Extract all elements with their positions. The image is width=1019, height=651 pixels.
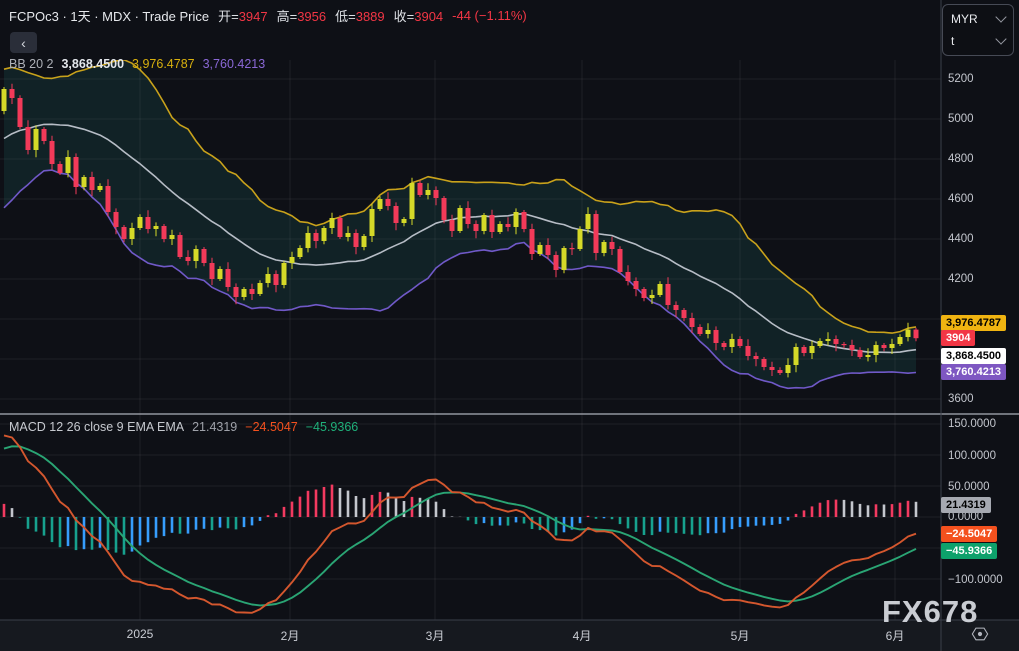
price-tick-label: 3600 [948, 393, 974, 405]
macd-tick-label: 150.0000 [948, 418, 996, 430]
bb-title: BB 20 2 [9, 57, 54, 71]
time-tick-label: 4月 [572, 629, 592, 643]
ohlc-values: 开=3947 高=3956 低=3889 收=3904 [218, 6, 443, 25]
chevron-down-icon [995, 33, 1007, 45]
ohlc-pair: 高=3956 [276, 9, 327, 24]
bb-lower-value: 3,760.4213 [202, 57, 266, 71]
fx678-watermark: FX678 [882, 594, 979, 629]
macd-title: MACD 12 26 close 9 EMA EMA [9, 420, 185, 434]
price-value-chip: 3904 [941, 330, 976, 346]
price-tick-label: 4200 [948, 273, 974, 285]
macd-tick-label: 50.0000 [948, 481, 990, 493]
unit-dropdown[interactable]: t [951, 31, 1007, 51]
currency-label: MYR [951, 12, 978, 26]
unit-label: t [951, 34, 955, 48]
macd-tick-label: −100.0000 [948, 574, 1003, 586]
symbol-title[interactable]: FCPOc3 · 1天 · MDX · Trade Price [9, 6, 209, 25]
price-value-chip: 3,868.4500 [941, 348, 1007, 364]
macd-signal-value: −45.9366 [305, 420, 359, 434]
chevron-down-icon [995, 11, 1007, 23]
price-value-chip: 3,976.4787 [941, 315, 1007, 331]
ohlc-pair: 收=3904 [393, 9, 444, 24]
price-tick-label: 5000 [948, 113, 974, 125]
ohlc-pair: 低=3889 [335, 9, 385, 24]
bb-upper-value: 3,976.4787 [132, 57, 195, 71]
time-tick-label: 2月 [280, 629, 300, 643]
price-tick-label: 5200 [948, 73, 974, 85]
macd-indicator-legend[interactable]: MACD 12 26 close 9 EMA EMA 21.4319 −24.5… [9, 420, 358, 434]
back-button[interactable]: ‹ [10, 32, 37, 53]
time-tick-label: 3月 [425, 629, 445, 643]
time-tick-label: 2025 [126, 627, 154, 641]
price-tick-label: 4800 [948, 153, 974, 165]
change-value: -44 (−1.11%) [452, 8, 527, 23]
macd-value-chip: −24.5047 [941, 526, 998, 542]
currency-unit-selector: MYR t [942, 4, 1014, 56]
price-tick-label: 4400 [948, 233, 974, 245]
hexagon-settings-icon[interactable] [970, 624, 990, 644]
ohlc-pair: 开=3947 [218, 9, 268, 24]
price-tick-label: 4600 [948, 193, 974, 205]
macd-tick-label: 100.0000 [948, 450, 996, 462]
bb-middle-value: 3,868.4500 [61, 57, 125, 71]
bb-indicator-legend[interactable]: BB 20 2 3,868.4500 3,976.4787 3,760.4213 [9, 57, 265, 71]
macd-line-value: −24.5047 [245, 420, 298, 434]
price-value-chip: 3,760.4213 [941, 364, 1007, 380]
macd-value-chip: −45.9366 [941, 543, 998, 559]
time-tick-label: 5月 [730, 629, 750, 643]
trading-chart-window: FCPOc3 · 1天 · MDX · Trade Price 开=3947 高=… [0, 0, 1019, 651]
currency-dropdown[interactable]: MYR [951, 9, 1007, 29]
symbol-header: FCPOc3 · 1天 · MDX · Trade Price 开=3947 高=… [9, 6, 527, 25]
macd-hist-value: 21.4319 [192, 420, 238, 434]
chart-canvas[interactable] [0, 0, 1019, 651]
macd-value-chip: 21.4319 [941, 497, 991, 513]
back-chevron-icon: ‹ [21, 34, 26, 51]
